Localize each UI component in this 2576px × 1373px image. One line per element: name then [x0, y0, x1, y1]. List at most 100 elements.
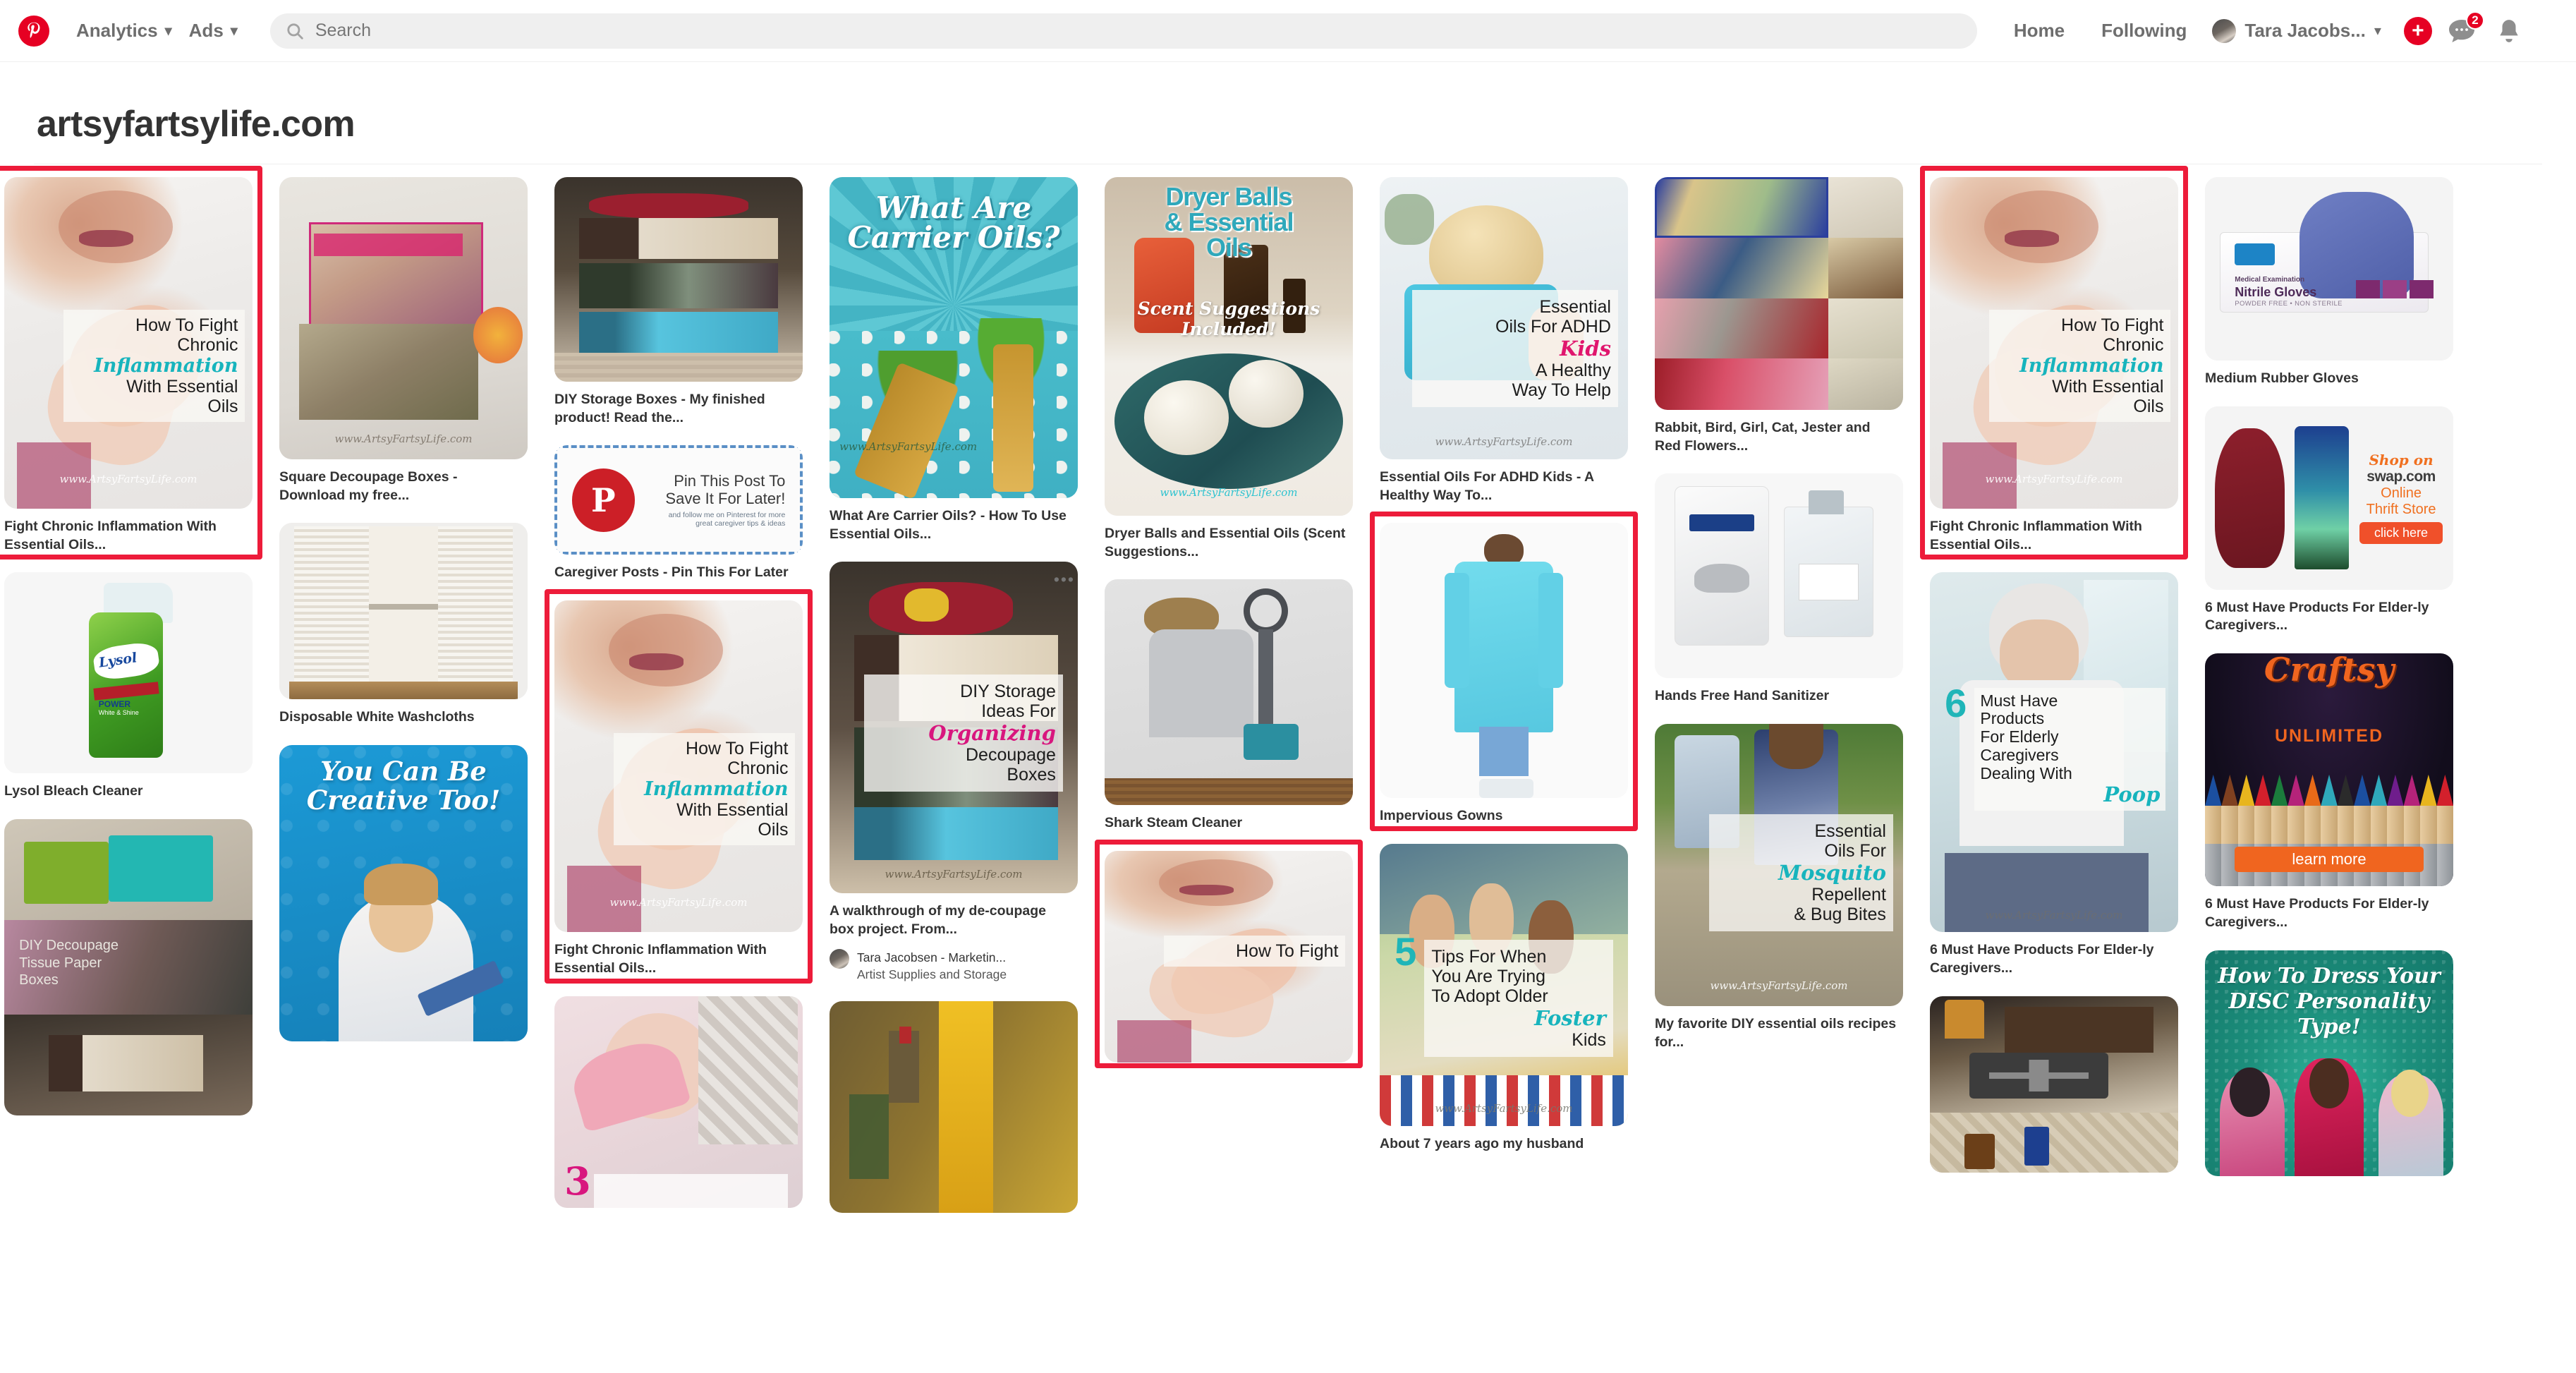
pin-card[interactable]: You Can Be Creative Too! [279, 745, 528, 1042]
pin-card[interactable]: 3 [554, 996, 803, 1208]
pin-card[interactable]: How To Dress Your DISC Personality Type! [2205, 950, 2453, 1176]
pin-card[interactable]: Craftsy UNLIMITED learn more 6 Must Have… [2205, 653, 2453, 931]
search-input[interactable] [315, 20, 1962, 41]
pin-image[interactable]: Dryer Balls & Essential Oils Scent Suggest… [1105, 177, 1353, 516]
pin-card[interactable]: How To Fight Chronic Inflammation With E… [4, 177, 253, 554]
pin-card[interactable]: How To Fight Chronic Inflammation With E… [554, 600, 803, 977]
pinterest-logo-icon[interactable] [18, 15, 49, 47]
pin-image[interactable]: 6 Must Have Products For Elderly Caregiv… [1930, 572, 2178, 933]
create-pin-button[interactable]: + [2403, 16, 2432, 45]
pin-image[interactable]: How To Dress Your DISC Personality Type! [2205, 950, 2453, 1176]
pin-card[interactable]: Essential Oils For ADHD Kids A Healthy W… [1380, 177, 1628, 504]
nav-following[interactable]: Following [2083, 16, 2205, 46]
pin-column-9: Medical Examination Nitrile Gloves POWDE… [2205, 177, 2453, 1194]
pin-image[interactable]: Essential Oils For ADHD Kids A Healthy W… [1380, 177, 1628, 459]
pin-title: Dryer Balls and Essential Oils (Scent Su… [1105, 526, 1346, 560]
pin-image[interactable] [1930, 996, 2178, 1173]
pin-card[interactable]: Essential Oils For Mosquito Repellent & … [1655, 724, 1903, 1051]
pin-image[interactable]: Medical Examination Nitrile Gloves POWDE… [2205, 177, 2453, 361]
search-icon [287, 23, 303, 40]
pin-title: Fight Chronic Inflammation With Essentia… [4, 519, 217, 552]
pin-image[interactable]: 3 [554, 996, 803, 1208]
pin-card[interactable]: Disposable White Washcloths [279, 523, 528, 727]
pin-image[interactable]: How To Fight Chronic Inflammation With E… [1930, 177, 2178, 509]
pin-title: My favorite DIY essential oils recipes f… [1655, 1016, 1897, 1050]
pin-overflow-menu-icon[interactable]: ••• [1054, 571, 1075, 588]
pin-image[interactable] [1655, 177, 1903, 410]
pin-title: Hands Free Hand Sanitizer [1655, 688, 1830, 704]
pin-card[interactable]: How To Fight Chronic Inflammation With E… [1930, 177, 2178, 554]
pin-column-4: What Are Carrier Oils? www.ArtsyFartsyLi… [830, 177, 1078, 1231]
pin-card[interactable]: DIY Storage Ideas For Organizing Decoupa… [830, 562, 1078, 983]
pin-image[interactable]: DIY Decoupage Tissue Paper Boxes [4, 819, 253, 1116]
nav-home[interactable]: Home [1995, 16, 2083, 46]
pin-card[interactable]: P Pin This Post To Save It For Later! an… [554, 445, 803, 582]
pin-image[interactable]: Shop on swap.com Online Thrift Store cli… [2205, 406, 2453, 590]
pin-card[interactable]: Shark Steam Cleaner [1105, 579, 1353, 833]
pin-card[interactable] [830, 1001, 1078, 1214]
pin-card[interactable]: What Are Carrier Oils? www.ArtsyFartsyLi… [830, 177, 1078, 543]
pin-card[interactable] [1930, 996, 2178, 1173]
pin-image[interactable] [279, 523, 528, 700]
avatar [2212, 18, 2237, 43]
pin-column-1: How To Fight Chronic Inflammation With E… [4, 177, 253, 1134]
pin-card[interactable]: How To Fight [1105, 851, 1353, 1063]
pin-image[interactable]: www.ArtsyFartsyLife.com [279, 177, 528, 459]
nav-ads[interactable]: Ads ▾ [181, 16, 246, 46]
pin-image[interactable] [554, 177, 803, 382]
pin-card[interactable]: Impervious Gowns [1380, 523, 1628, 825]
pin-image[interactable]: What Are Carrier Oils? www.ArtsyFartsyLi… [830, 177, 1078, 498]
pin-image[interactable] [1655, 473, 1903, 679]
pin-card[interactable]: 5 Tips For When You Are Trying To Adopt … [1380, 844, 1628, 1154]
pin-image[interactable]: Lysol POWER White & Shine [4, 572, 253, 774]
pin-grid: How To Fight Chronic Inflammation With E… [0, 166, 2576, 1373]
pin-image[interactable] [1105, 579, 1353, 806]
pin-card[interactable]: www.ArtsyFartsyLife.com Square Decoupage… [279, 177, 528, 504]
notifications-bell-icon[interactable] [2496, 18, 2522, 44]
chevron-down-icon: ▾ [164, 23, 172, 39]
pin-title: 6 Must Have Products For Elder-ly Caregi… [1930, 942, 2154, 976]
pin-title: Disposable White Washcloths [279, 709, 475, 725]
search-bar[interactable] [269, 13, 1977, 49]
pin-image[interactable]: P Pin This Post To Save It For Later! an… [554, 445, 803, 555]
pin-image[interactable]: How To Fight [1105, 851, 1353, 1063]
pin-card[interactable]: Rabbit, Bird, Girl, Cat, Jester and Red … [1655, 177, 1903, 455]
pin-image[interactable]: How To Fight Chronic Inflammation With E… [554, 600, 803, 933]
pin-title: Fight Chronic Inflammation With Essentia… [554, 942, 767, 976]
pin-image[interactable] [830, 1001, 1078, 1214]
pin-card[interactable]: DIY Storage Boxes - My finished product!… [554, 177, 803, 427]
pin-image[interactable]: How To Fight Chronic Inflammation With E… [4, 177, 253, 509]
avatar [830, 948, 849, 969]
nav-analytics[interactable]: Analytics ▾ [68, 16, 181, 46]
pin-attribution-text: Tara Jacobsen - Marketin... Artist Suppli… [857, 949, 1007, 983]
pin-card[interactable]: Hands Free Hand Sanitizer [1655, 473, 1903, 706]
pin-column-5: Dryer Balls & Essential Oils Scent Suggest… [1105, 177, 1353, 1081]
pin-card[interactable]: 6 Must Have Products For Elderly Caregiv… [1930, 572, 2178, 977]
pin-image[interactable] [1380, 523, 1628, 799]
pin-title: About 7 years ago my husband [1380, 1136, 1584, 1152]
pin-image[interactable]: Craftsy UNLIMITED learn more [2205, 653, 2453, 887]
pin-title: Square Decoupage Boxes - Download my fre… [279, 469, 458, 503]
pin-column-2: www.ArtsyFartsyLife.com Square Decoupage… [279, 177, 528, 1060]
pin-card[interactable]: Medical Examination Nitrile Gloves POWDE… [2205, 177, 2453, 388]
pin-card[interactable]: Shop on swap.com Online Thrift Store cli… [2205, 406, 2453, 635]
pin-card[interactable]: DIY Decoupage Tissue Paper Boxes [4, 819, 253, 1116]
pin-column-7: Rabbit, Bird, Girl, Cat, Jester and Red … [1655, 177, 1903, 1070]
account-menu[interactable]: Tara Jacobs... ▾ [2205, 16, 2391, 46]
pin-title: Rabbit, Bird, Girl, Cat, Jester and Red … [1655, 420, 1871, 454]
chevron-down-icon: ▾ [2374, 23, 2381, 39]
pin-card[interactable]: Dryer Balls & Essential Oils Scent Suggest… [1105, 177, 1353, 561]
pin-image[interactable]: 5 Tips For When You Are Trying To Adopt … [1380, 844, 1628, 1127]
nav-analytics-label: Analytics [76, 20, 158, 41]
pin-image[interactable]: DIY Storage Ideas For Organizing Decoupa… [830, 562, 1078, 894]
pin-attribution[interactable]: Tara Jacobsen - Marketin... Artist Suppli… [830, 948, 1078, 983]
pin-title: What Are Carrier Oils? - How To Use Esse… [830, 508, 1067, 542]
pin-card[interactable]: Lysol POWER White & Shine Lysol Bleach C… [4, 572, 253, 801]
pin-title: Lysol Bleach Cleaner [4, 783, 143, 799]
pin-image[interactable]: You Can Be Creative Too! [279, 745, 528, 1042]
messages-button[interactable]: 2 [2448, 11, 2484, 44]
pin-title: Fight Chronic Inflammation With Essentia… [1930, 519, 2142, 552]
pin-title: Medium Rubber Gloves [2205, 370, 2359, 386]
messages-badge: 2 [2465, 11, 2484, 30]
pin-image[interactable]: Essential Oils For Mosquito Repellent & … [1655, 724, 1903, 1007]
